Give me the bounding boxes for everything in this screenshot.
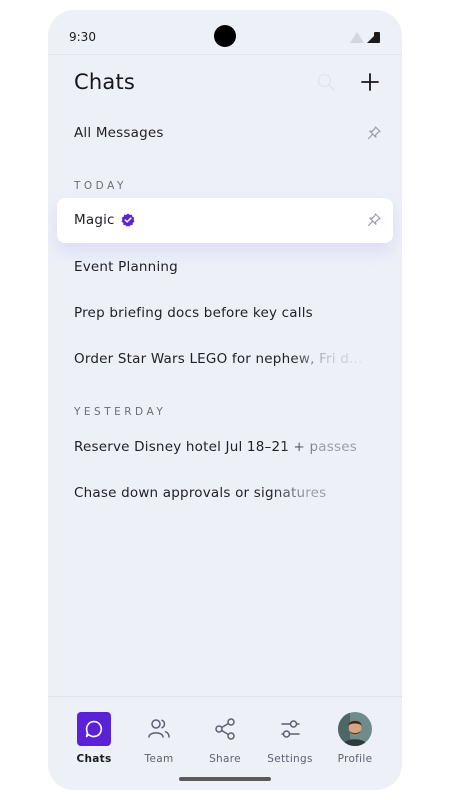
page-title: Chats — [74, 70, 136, 94]
text-fade-overlay — [292, 350, 382, 372]
chat-item-magic[interactable]: Magic — [74, 212, 115, 228]
nav-tab-profile[interactable]: Profile — [325, 712, 385, 765]
camera-cutout — [214, 25, 236, 47]
nav-label-settings: Settings — [267, 753, 313, 765]
search-icon[interactable] — [316, 72, 336, 92]
team-icon — [148, 719, 170, 738]
section-heading-today: TODAY — [74, 180, 127, 192]
nav-label-profile: Profile — [337, 753, 373, 765]
chat-bubble-icon — [77, 712, 111, 746]
nav-label-team: Team — [144, 753, 174, 765]
section-heading-yesterday: YESTERDAY — [74, 406, 167, 418]
nav-label-share: Share — [209, 753, 241, 765]
nav-tab-chats[interactable]: Chats — [64, 712, 124, 765]
battery-icon — [374, 32, 380, 43]
nav-tab-settings[interactable]: Settings — [260, 712, 320, 765]
verified-badge-icon — [121, 213, 135, 227]
new-chat-plus-icon[interactable] — [359, 71, 381, 93]
status-bar: 9:30 — [48, 10, 402, 54]
status-time: 9:30 — [69, 30, 96, 44]
text-fade-overlay — [280, 438, 380, 460]
share-icon — [215, 718, 235, 740]
avatar — [338, 712, 372, 746]
text-fade-overlay — [270, 484, 360, 506]
nav-tab-share[interactable]: Share — [195, 712, 255, 765]
status-divider — [48, 54, 402, 55]
nav-label-chats: Chats — [76, 753, 112, 765]
all-messages-item[interactable]: All Messages — [74, 125, 164, 141]
nav-tab-team[interactable]: Team — [129, 712, 189, 765]
pin-icon[interactable] — [366, 212, 382, 228]
chat-item-prep-briefing[interactable]: Prep briefing docs before key calls — [74, 305, 313, 321]
pin-icon[interactable] — [366, 125, 382, 141]
home-indicator[interactable] — [179, 777, 271, 781]
settings-sliders-icon — [281, 720, 300, 738]
wifi-icon — [350, 32, 364, 43]
phone-screen: 9:30 Chats All Messages TODAY Magic Even… — [48, 10, 402, 790]
chat-item-event-planning[interactable]: Event Planning — [74, 259, 178, 275]
